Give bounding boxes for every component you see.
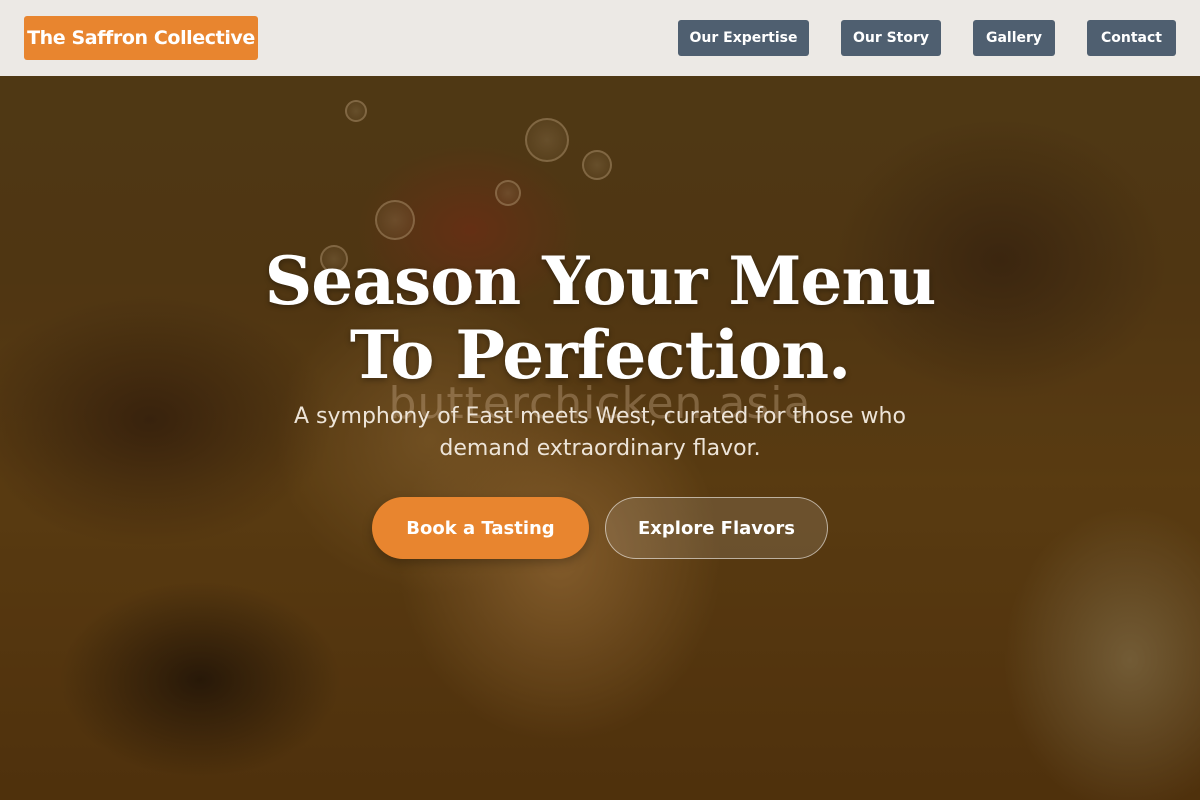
hero-subheadline-line-2: demand extraordinary flavor. (439, 436, 761, 461)
book-tasting-button[interactable]: Book a Tasting (372, 497, 589, 559)
hero-subheadline-line-1: A symphony of East meets West, curated f… (294, 404, 906, 429)
nav-contact[interactable]: Contact (1087, 20, 1176, 56)
top-navbar: The Saffron Collective Our Expertise Our… (0, 0, 1200, 76)
nav-our-story[interactable]: Our Story (841, 20, 941, 56)
hero-headline-line-1: Season Your Menu (264, 242, 937, 320)
nav-our-expertise[interactable]: Our Expertise (678, 20, 809, 56)
hero-headline-line-2: To Perfection. (349, 316, 851, 394)
brand-logo-link[interactable]: The Saffron Collective (24, 16, 258, 60)
explore-flavors-button[interactable]: Explore Flavors (605, 497, 828, 559)
nav-gallery[interactable]: Gallery (973, 20, 1055, 56)
hero-headline: Season Your Menu To Perfection. (200, 244, 1000, 392)
hero-subheadline: A symphony of East meets West, curated f… (250, 401, 950, 465)
